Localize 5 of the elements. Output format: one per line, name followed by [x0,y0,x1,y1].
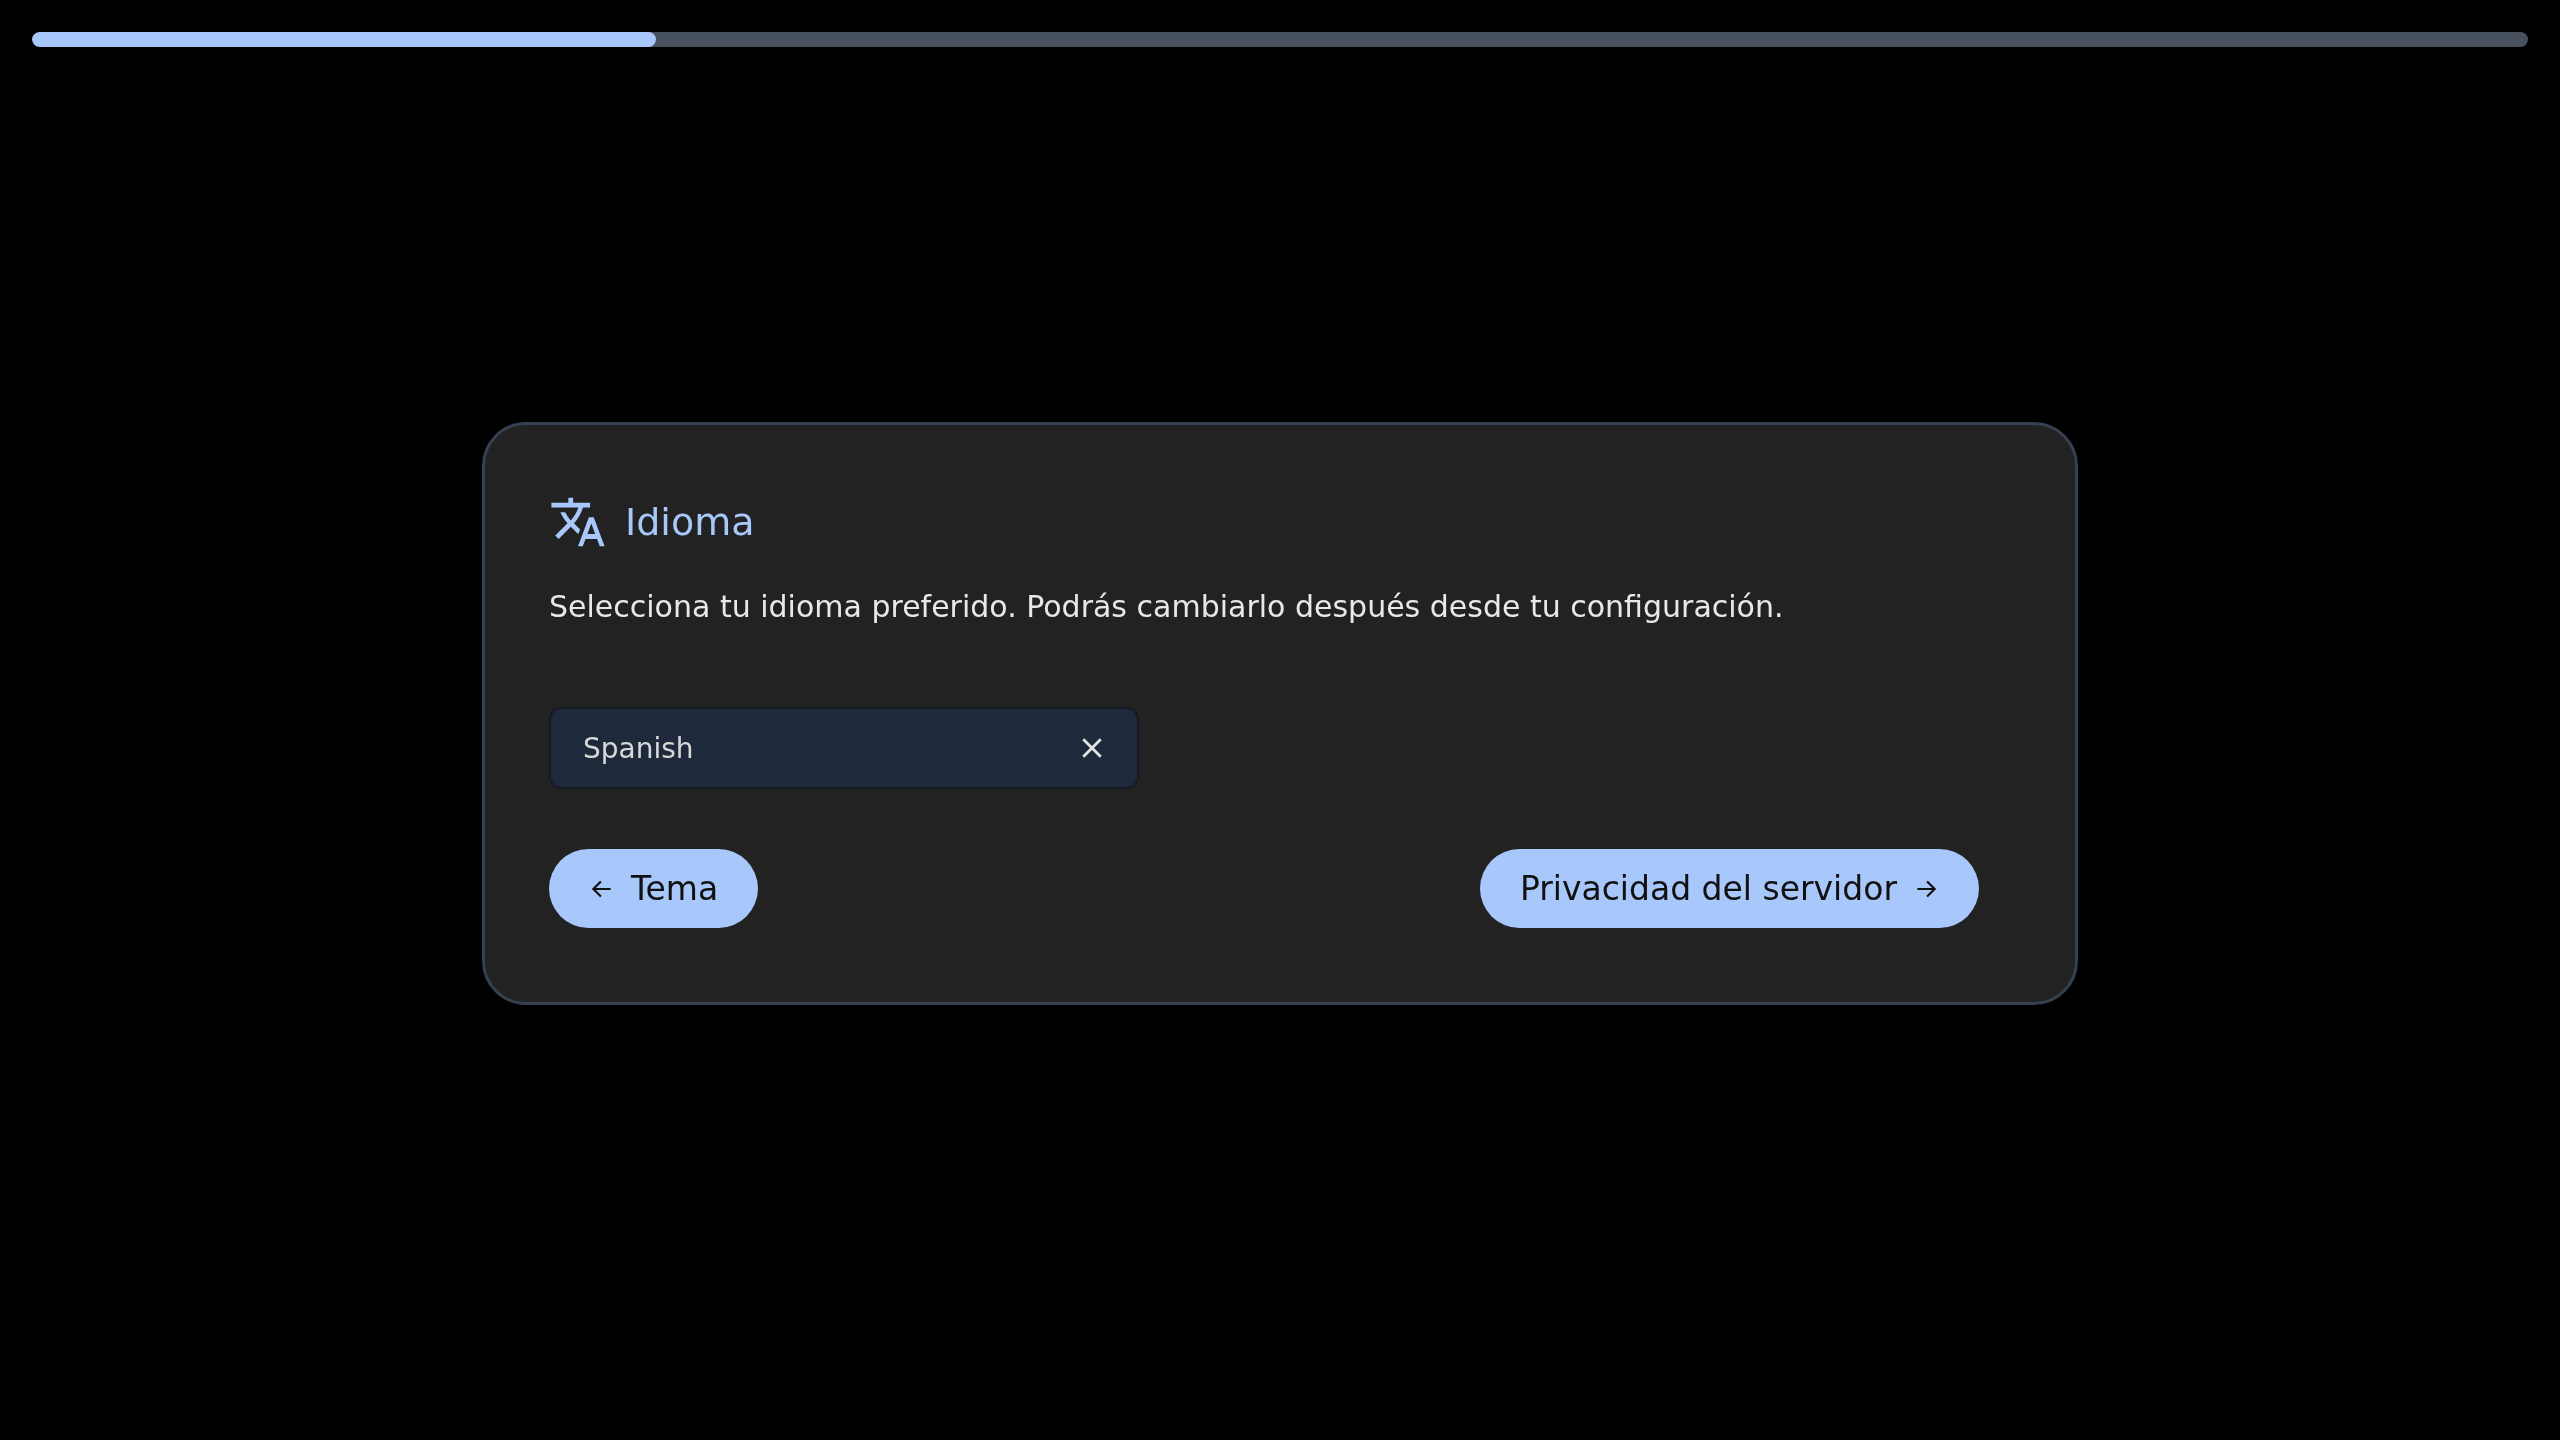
next-button[interactable]: Privacidad del servidor [1479,849,1979,928]
dialog-title: Idioma [625,500,755,544]
back-button[interactable]: Tema [549,849,759,928]
language-field[interactable]: Spanish [549,707,1139,789]
description-text: Selecciona tu idioma preferido. Podrás cambiarlo después desde tu configuración. [549,588,1785,626]
